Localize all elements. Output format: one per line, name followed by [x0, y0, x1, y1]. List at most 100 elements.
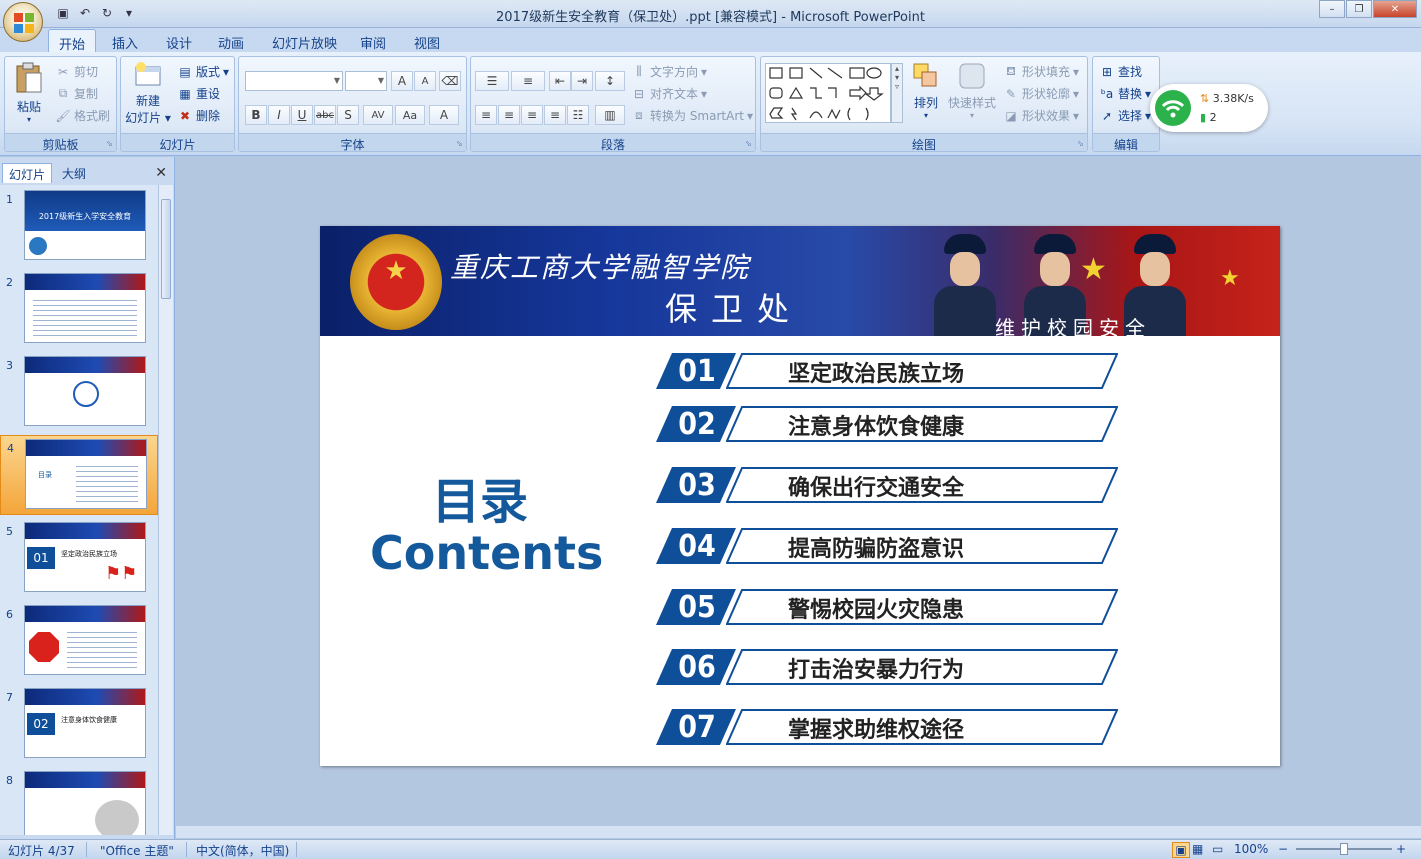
line-spacing-button[interactable]: ↕: [595, 71, 625, 91]
close-icon[interactable]: ✕: [155, 165, 167, 181]
font-size-combo[interactable]: ▼: [345, 71, 387, 91]
redo-icon[interactable]: ↻: [98, 4, 116, 22]
tab-design[interactable]: 设计: [156, 29, 202, 52]
thumbnails-scrollbar[interactable]: [158, 185, 173, 835]
flag-icon: ⚑⚑: [105, 563, 138, 584]
tab-animations[interactable]: 动画: [208, 29, 254, 52]
find-button[interactable]: ⊞ 查找: [1099, 63, 1142, 80]
shrink-font-icon: A: [421, 75, 429, 87]
grow-font-button[interactable]: A: [391, 71, 413, 91]
slide-thumbnail-selected[interactable]: 4 目录: [0, 435, 158, 515]
slide-canvas[interactable]: ★ 重庆工商大学融智学院 保卫处 ★ ★ 维护校园安全 目录 Contents …: [320, 226, 1280, 766]
replace-button[interactable]: ᵇa 替换 ▾: [1099, 85, 1151, 102]
scroll-thumb[interactable]: [161, 199, 171, 299]
language[interactable]: 中文(简体，中国): [196, 842, 289, 859]
slide-thumbnail[interactable]: 2: [0, 270, 158, 350]
delete-slide-button[interactable]: ✖ 删除: [177, 107, 220, 124]
shapes-gallery[interactable]: [765, 63, 891, 123]
bold-button[interactable]: B: [245, 105, 267, 125]
clear-format-button[interactable]: ⌫: [439, 71, 461, 91]
italic-button[interactable]: I: [268, 105, 290, 125]
align-text-button[interactable]: ⊟ 对齐文本 ▾: [631, 85, 707, 102]
zoom-level[interactable]: 100%: [1234, 842, 1268, 856]
strikethrough-button[interactable]: abc: [314, 105, 336, 125]
tab-view[interactable]: 视图: [404, 29, 450, 52]
slide-thumbnail[interactable]: 6: [0, 602, 158, 682]
dialog-launcher-icon[interactable]: ⬂: [1077, 139, 1084, 148]
dialog-launcher-icon[interactable]: ⬂: [106, 139, 113, 148]
shrink-font-button[interactable]: A: [414, 71, 436, 91]
shapes-scroll[interactable]: ▴ ▾ ▿: [891, 63, 903, 123]
change-case-button[interactable]: Aa: [395, 105, 425, 125]
toc-item-number: 02: [656, 406, 736, 442]
dialog-launcher-icon[interactable]: ⬂: [456, 139, 463, 148]
font-name-combo[interactable]: ▼: [245, 71, 343, 91]
lock-icon: ▮: [1200, 111, 1207, 124]
decrease-indent-button[interactable]: ⇤: [549, 71, 571, 91]
slide-thumbnail[interactable]: 5 01 坚定政治民族立场 ⚑⚑: [0, 519, 158, 599]
underline-button[interactable]: U: [291, 105, 313, 125]
char-spacing-button[interactable]: AV: [363, 105, 393, 125]
tab-review[interactable]: 审阅: [350, 29, 396, 52]
select-label: 选择: [1118, 109, 1143, 123]
toc-item-text: 确保出行交通安全: [788, 476, 965, 501]
format-painter-button[interactable]: 🖌 格式刷: [55, 107, 110, 124]
slide-thumbnail[interactable]: 1 2017级新生入学安全教育: [0, 187, 158, 267]
ribbon-tabs: 开始 插入 设计 动画 幻灯片放映 审阅 视图: [0, 28, 1421, 53]
justify-button[interactable]: ≡: [544, 105, 566, 125]
reset-button[interactable]: ▦ 重设: [177, 85, 220, 102]
tab-slides[interactable]: 幻灯片: [2, 163, 53, 183]
thumb-preview: [24, 771, 146, 835]
format-painter-label: 格式刷: [74, 109, 111, 123]
tab-outline[interactable]: 大纲: [56, 163, 92, 183]
slide-sorter-icon[interactable]: ▦: [1192, 842, 1203, 856]
font-color-button[interactable]: A: [429, 105, 459, 125]
shape-outline-button[interactable]: ✎ 形状轮廓 ▾: [1003, 85, 1079, 102]
zoom-in-icon[interactable]: +: [1396, 842, 1406, 856]
normal-view-icon[interactable]: ▣: [1172, 842, 1190, 858]
close-button[interactable]: ✕: [1373, 0, 1417, 18]
paste-button[interactable]: 粘贴 ▾: [9, 61, 49, 124]
office-button[interactable]: [3, 2, 43, 42]
align-center-button[interactable]: ≡: [498, 105, 520, 125]
dialog-launcher-icon[interactable]: ⬂: [745, 139, 752, 148]
layout-button[interactable]: ▤ 版式 ▾: [177, 63, 229, 80]
slide-thumbnail[interactable]: 3: [0, 353, 158, 433]
slide-thumbnail[interactable]: 7 02 注意身体饮食健康: [0, 685, 158, 765]
thumb-preview: [24, 273, 146, 343]
align-right-button[interactable]: ≡: [521, 105, 543, 125]
save-icon[interactable]: ▣: [54, 4, 72, 22]
cut-button[interactable]: ✂ 剪切: [55, 63, 98, 80]
tab-insert[interactable]: 插入: [102, 29, 148, 52]
zoom-slider-handle[interactable]: [1340, 843, 1348, 855]
increase-indent-button[interactable]: ⇥: [571, 71, 593, 91]
copy-button[interactable]: ⧉ 复制: [55, 85, 98, 102]
zoom-out-icon[interactable]: −: [1278, 842, 1288, 856]
new-slide-button[interactable]: 新建 幻灯片 ▾: [123, 61, 173, 126]
customize-qat-icon[interactable]: ▾: [120, 4, 138, 22]
columns-button[interactable]: ▥: [595, 105, 625, 125]
shadow-button[interactable]: S: [337, 105, 359, 125]
tab-home[interactable]: 开始: [48, 29, 97, 53]
minimize-button[interactable]: –: [1319, 0, 1345, 18]
shape-effects-button[interactable]: ◪ 形状效果 ▾: [1003, 107, 1079, 124]
network-speed-widget[interactable]: ⇅ 3.38K/s ▮ 2: [1150, 84, 1268, 132]
align-left-button[interactable]: ≡: [475, 105, 497, 125]
text-direction-button[interactable]: ⫼ 文字方向 ▾: [631, 63, 707, 80]
slideshow-view-icon[interactable]: ▭: [1212, 842, 1223, 856]
horizontal-scrollbar[interactable]: [176, 826, 1421, 838]
quick-styles-button[interactable]: 快速样式 ▾: [947, 61, 997, 120]
distribute-button[interactable]: ☷: [567, 105, 589, 125]
bullets-button[interactable]: ☰: [475, 71, 509, 91]
toc-item: 05 警惕校园火灾隐患: [656, 589, 1122, 625]
arrange-button[interactable]: 排列 ▾: [907, 61, 945, 120]
convert-smartart-button[interactable]: ⧈ 转换为 SmartArt ▾: [631, 107, 753, 124]
restore-button[interactable]: ❐: [1346, 0, 1372, 18]
slide-thumbnail[interactable]: 8: [0, 768, 158, 835]
tab-slideshow[interactable]: 幻灯片放映: [262, 29, 347, 52]
select-button[interactable]: ➚ 选择 ▾: [1099, 107, 1151, 124]
zoom-slider[interactable]: [1296, 843, 1392, 855]
undo-icon[interactable]: ↶: [76, 4, 94, 22]
shape-fill-button[interactable]: ⛾ 形状填充 ▾: [1003, 63, 1079, 80]
numbering-button[interactable]: ≡: [511, 71, 545, 91]
